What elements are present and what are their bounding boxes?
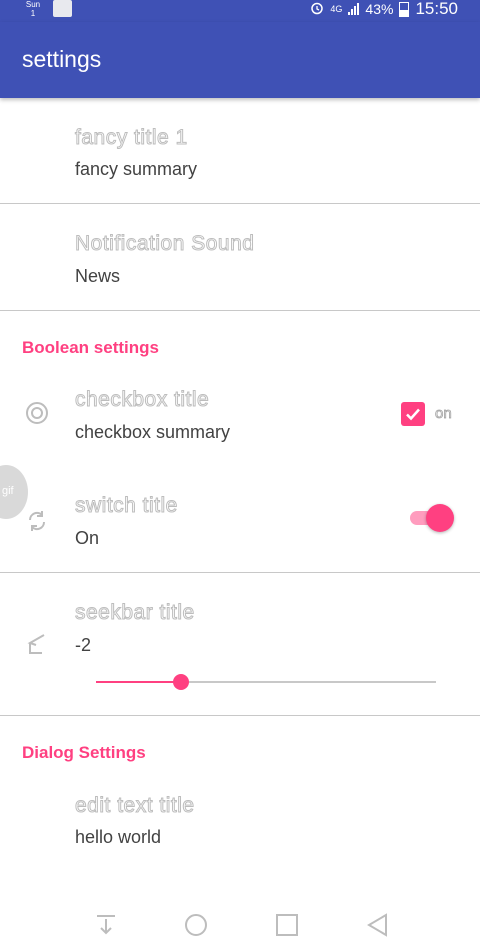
pref-title: edit text title (75, 794, 195, 818)
pref-summary: checkbox summary (75, 422, 231, 442)
status-right: 4G 43% 15:50 (310, 0, 458, 18)
network-type-icon: 4G (330, 4, 343, 14)
pref-title: fancy title 1 (75, 126, 188, 150)
pref-title: Notification Sound (74, 232, 255, 256)
check-icon (406, 408, 420, 421)
pref-title: switch title (75, 494, 178, 518)
divider (0, 715, 480, 716)
back-button[interactable] (362, 910, 392, 940)
clock-icon (24, 400, 50, 426)
checkbox-state-label: on (435, 405, 452, 423)
app-title: settings (22, 46, 102, 72)
divider (0, 310, 480, 311)
category-dialog-settings: Dialog Settings (22, 743, 146, 762)
seekbar-thumb[interactable] (173, 674, 189, 690)
sync-icon (24, 508, 50, 534)
recent-apps-button[interactable] (91, 910, 121, 940)
download-icon (97, 915, 115, 935)
pref-title: checkbox title (74, 388, 210, 412)
home-button[interactable] (181, 910, 211, 940)
pref-summary: fancy summary (75, 159, 198, 179)
navigation-bar (0, 902, 480, 950)
battery-percent: 43% (365, 1, 394, 17)
pref-fancy-title[interactable]: fancy title 1 fancy summary (0, 98, 480, 203)
status-day-label: Sun (25, 0, 41, 9)
category-boolean-settings: Boolean settings (22, 338, 159, 357)
pref-edit-text[interactable]: edit text title hello world (0, 776, 480, 876)
pref-notification-sound[interactable]: Notification Sound News (0, 204, 480, 310)
pref-switch[interactable]: switch title On (0, 472, 480, 572)
trending-icon (24, 631, 50, 657)
gif-label: gif (2, 485, 14, 497)
status-date-label: 1 (30, 9, 36, 18)
pref-checkbox[interactable]: checkbox title checkbox summary on (0, 370, 480, 470)
pref-summary: News (75, 266, 121, 286)
notification-icon (53, 0, 72, 17)
app-bar: settings (0, 22, 480, 98)
status-date: Sun 1 (22, 0, 44, 18)
pref-summary: hello world (75, 827, 162, 847)
status-bar: Sun 1 4G 43% 15:50 (0, 0, 480, 22)
pref-title: seekbar title (75, 601, 195, 625)
home-circle-icon (185, 914, 207, 936)
seekbar-value: -2 (75, 635, 92, 655)
checkbox[interactable] (401, 402, 425, 426)
seekbar-progress (96, 681, 181, 683)
pref-seekbar: seekbar title -2 (0, 573, 480, 715)
overview-square-icon (276, 914, 298, 936)
back-triangle-icon (367, 913, 387, 937)
signal-icon (348, 3, 360, 15)
switch-thumb[interactable] (426, 504, 454, 532)
pref-summary: On (75, 528, 100, 548)
battery-icon (399, 1, 410, 17)
alarm-icon (310, 1, 324, 18)
overview-button[interactable] (272, 910, 302, 940)
status-time: 15:50 (415, 0, 458, 18)
